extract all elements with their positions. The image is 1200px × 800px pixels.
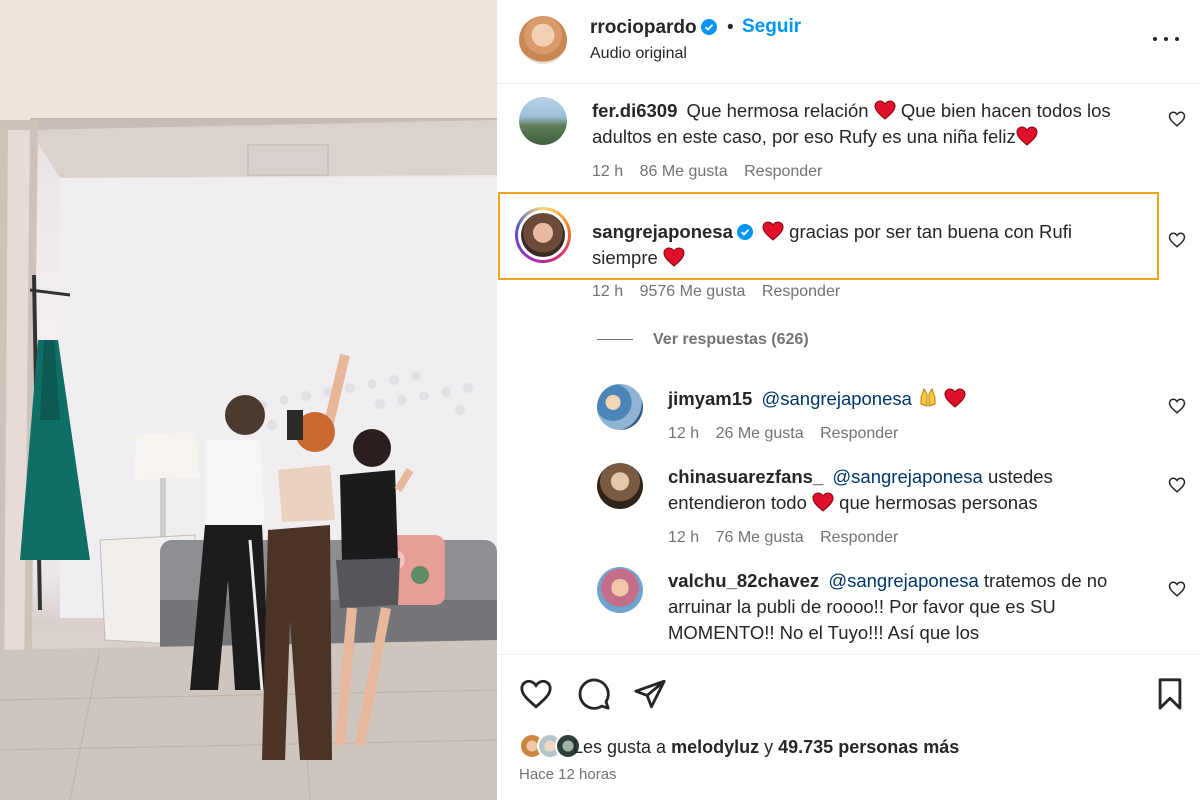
likes-count[interactable]: 49.735 personas más — [778, 737, 959, 757]
heart-icon[interactable] — [1168, 580, 1186, 598]
story-ring[interactable] — [515, 207, 571, 263]
comment-time[interactable]: 12 h — [668, 529, 699, 546]
post-photo[interactable] — [0, 0, 497, 800]
author-username[interactable]: rrociopardo — [590, 17, 717, 39]
commenter-username[interactable]: fer.di6309 — [592, 100, 677, 121]
likes-summary[interactable]: Les gusta a melodyluz y 49.735 personas … — [573, 737, 959, 758]
comment-likes[interactable]: 86 Me gusta — [640, 163, 728, 180]
bookmark-icon[interactable] — [1153, 677, 1187, 711]
commenter-avatar[interactable] — [519, 97, 567, 145]
view-replies-button[interactable]: Ver respuestas (626) — [597, 331, 809, 349]
more-options-icon[interactable] — [1151, 24, 1181, 54]
red-heart-emoji — [663, 247, 685, 267]
comment-text: jimyam15 @sangrejaponesa — [668, 386, 1138, 412]
commenter-avatar — [521, 213, 565, 257]
comment-meta: 12 h 26 Me gusta Responder — [668, 425, 910, 443]
replies-divider-line — [597, 339, 633, 341]
comment-meta: 12 h 76 Me gusta Responder — [668, 529, 910, 547]
mention-link[interactable]: @sangrejaponesa — [828, 570, 978, 591]
reply-button[interactable]: Responder — [820, 425, 898, 442]
post-sidebar: rrociopardo • Seguir Audio original fer.… — [497, 0, 1200, 800]
commenter-username[interactable]: sangrejaponesa — [592, 221, 753, 242]
commenter-avatar[interactable] — [597, 384, 643, 430]
mention-link[interactable]: @sangrejaponesa — [832, 466, 982, 487]
liker-username[interactable]: melodyluz — [671, 737, 759, 757]
commenter-avatar[interactable] — [597, 463, 643, 509]
reply-button[interactable]: Responder — [820, 529, 898, 546]
red-heart-emoji — [874, 100, 896, 120]
reply-item: jimyam15 @sangrejaponesa 12 h 26 Me gust… — [497, 375, 1200, 455]
comments-list[interactable]: fer.di6309 Que hermosa relación Que bien… — [497, 85, 1200, 653]
commenter-username[interactable]: valchu_82chavez — [668, 570, 819, 591]
comment-time[interactable]: 12 h — [668, 425, 699, 442]
comment-likes[interactable]: 76 Me gusta — [716, 529, 804, 546]
reply-button[interactable]: Responder — [744, 163, 822, 180]
heart-icon[interactable] — [1168, 110, 1186, 128]
comment-text: valchu_82chavez @sangrejaponesa tratemos… — [668, 570, 1108, 643]
commenter-avatar[interactable] — [597, 567, 643, 613]
post-actions: Les gusta a melodyluz y 49.735 personas … — [497, 654, 1200, 800]
reply-item: valchu_82chavez @sangrejaponesa tratemos… — [497, 557, 1200, 653]
praying-hands-emoji — [920, 387, 936, 407]
comment-meta: 12 h 86 Me gusta Responder — [592, 163, 834, 181]
comment-meta: 12 h 9576 Me gusta Responder — [592, 283, 852, 301]
photo-illustration — [0, 0, 497, 800]
post-time[interactable]: Hace 12 horas — [519, 766, 617, 783]
comment-item: fer.di6309 Que hermosa relación Que bien… — [497, 85, 1200, 190]
commenter-username[interactable]: jimyam15 — [668, 388, 752, 409]
comment-text: fer.di6309 Que hermosa relación Que bien… — [592, 100, 1111, 147]
red-heart-emoji — [762, 221, 784, 241]
comment-time[interactable]: 12 h — [592, 283, 623, 300]
comment-icon[interactable] — [577, 677, 611, 711]
heart-icon[interactable] — [1168, 397, 1186, 415]
comment-item: sangrejaponesa gracias por ser tan buena… — [497, 193, 1200, 303]
post-header: rrociopardo • Seguir Audio original — [497, 0, 1200, 84]
reply-button[interactable]: Responder — [762, 283, 840, 300]
red-heart-emoji — [812, 492, 834, 512]
comment-text: sangrejaponesa gracias por ser tan buena… — [592, 221, 1072, 268]
commenter-username[interactable]: chinasuarezfans_ — [668, 466, 823, 487]
comment-likes[interactable]: 26 Me gusta — [716, 425, 804, 442]
heart-icon[interactable] — [1168, 476, 1186, 494]
verified-badge-icon — [700, 19, 717, 35]
separator-dot: • — [727, 17, 734, 38]
heart-icon[interactable] — [1168, 231, 1186, 249]
follow-button[interactable]: Seguir — [742, 16, 801, 38]
comment-time[interactable]: 12 h — [592, 163, 623, 180]
comment-text: chinasuarezfans_ @sangrejaponesa ustedes… — [668, 466, 1053, 513]
comment-likes[interactable]: 9576 Me gusta — [640, 283, 746, 300]
reply-item: chinasuarezfans_ @sangrejaponesa ustedes… — [497, 453, 1200, 558]
audio-label[interactable]: Audio original — [590, 45, 687, 63]
mention-link[interactable]: @sangrejaponesa — [761, 388, 911, 409]
red-heart-emoji — [944, 388, 966, 408]
verified-badge-icon — [736, 224, 753, 240]
share-icon[interactable] — [633, 677, 667, 711]
red-heart-emoji — [1016, 126, 1038, 146]
heart-icon[interactable] — [519, 677, 553, 711]
author-avatar[interactable] — [519, 16, 567, 64]
